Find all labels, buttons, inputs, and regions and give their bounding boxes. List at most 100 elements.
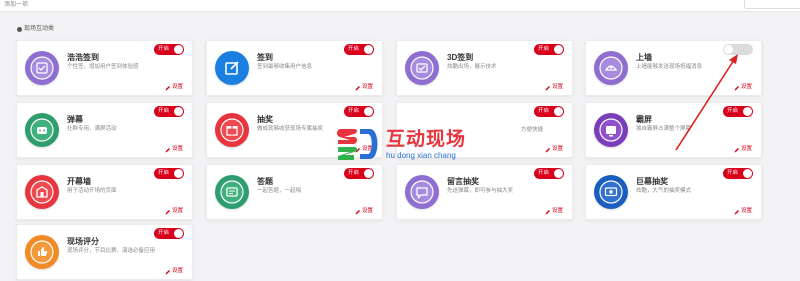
toggle-label: 开启 — [348, 46, 360, 52]
card-title: 签到 — [257, 53, 273, 62]
settings-label: 设置 — [740, 146, 752, 152]
watermark-logo: 互动现场 hu dong xian chang — [336, 125, 466, 163]
card-title: 3D签到 — [447, 53, 474, 62]
settings-link[interactable]: 设置 — [165, 146, 183, 153]
card-opening-wall[interactable]: 开幕墙 用于活动开场的页面 开启 设置 — [16, 164, 193, 220]
toggle-knob — [174, 45, 183, 54]
card-haohao-signin[interactable]: 浩浩签到 个性签，增加用户签到体验感 开启 设置 — [16, 40, 193, 96]
settings-label: 设置 — [361, 84, 373, 90]
settings-link[interactable]: 设置 — [734, 84, 752, 91]
card-description: 一起答题，一起嗨 — [257, 188, 302, 194]
card-description: 先送弹幕，即可参与抽大奖 — [447, 188, 514, 194]
settings-label: 设置 — [551, 84, 563, 90]
section-title: 现场互动类 — [24, 26, 55, 32]
settings-link[interactable]: 设置 — [545, 208, 563, 215]
toggle-knob — [743, 107, 752, 116]
card-description: 炫酷，大气的抽奖模式 — [636, 188, 692, 194]
enable-toggle[interactable]: 开启 — [154, 228, 184, 239]
toggle-knob — [554, 45, 563, 54]
enable-toggle[interactable]: 开启 — [344, 168, 374, 179]
enable-toggle[interactable]: 开启 — [534, 44, 564, 55]
settings-link[interactable]: 设置 — [734, 146, 752, 153]
settings-label: 设置 — [551, 208, 563, 214]
card-title: 留言抽奖 — [447, 177, 479, 186]
message-lottery-icon — [405, 175, 439, 209]
card-description: 方便快捷 — [521, 127, 544, 133]
toggle-label: 开启 — [158, 230, 170, 236]
edit-icon — [165, 209, 170, 214]
card-title: 开幕墙 — [67, 177, 91, 186]
card-description: 签到最够收集用户信息 — [257, 64, 313, 70]
card-title: 上墙 — [636, 53, 652, 62]
signin-icon — [25, 51, 59, 85]
card-title: 现场评分 — [67, 237, 99, 246]
toggle-label: 开启 — [158, 108, 170, 114]
settings-link[interactable]: 设置 — [165, 84, 183, 91]
big-screen-lottery-icon — [594, 175, 628, 209]
watermark-title: 互动现场 — [386, 128, 467, 150]
card-message-lottery[interactable]: 留言抽奖 先送弹幕，即可参与抽大奖 开启 设置 — [396, 164, 573, 220]
card-description: 炫酷出场，展示技术 — [447, 64, 497, 70]
card-description: 社群专用，满屏活动 — [67, 126, 117, 132]
toggle-label: 开启 — [348, 108, 360, 114]
settings-label: 设置 — [171, 146, 183, 152]
enable-toggle[interactable]: 开启 — [534, 106, 564, 117]
card-description: 独自霸屏占满整个屏幕 — [636, 126, 692, 132]
edit-icon — [165, 85, 170, 90]
3d-signin-icon — [405, 51, 439, 85]
enable-toggle[interactable] — [723, 44, 753, 55]
toggle-label: 开启 — [727, 170, 739, 176]
close-panel-button[interactable] — [744, 0, 800, 9]
settings-label: 设置 — [740, 208, 752, 214]
watermark-subtitle: hu dong xian chang — [386, 150, 456, 160]
enable-toggle[interactable]: 开启 — [154, 168, 184, 179]
edit-icon — [734, 147, 739, 152]
card-big-screen-lottery[interactable]: 巨幕抽奖 炫酷，大气的抽奖模式 开启 设置 — [585, 164, 762, 220]
card-quiz[interactable]: 答题 一起答题，一起嗨 开启 设置 — [206, 164, 383, 220]
card-signin[interactable]: 签到 签到最够收集用户信息 开启 设置 — [206, 40, 383, 96]
toggle-label: 开启 — [158, 46, 170, 52]
enable-toggle[interactable]: 开启 — [154, 106, 184, 117]
brand-logo-icon — [337, 129, 378, 160]
enable-toggle[interactable]: 开启 — [344, 106, 374, 117]
settings-link[interactable]: 设置 — [545, 146, 563, 153]
toggle-label: 开启 — [727, 108, 739, 114]
enable-toggle[interactable]: 开启 — [154, 44, 184, 55]
toggle-knob — [174, 229, 183, 238]
edit-icon — [545, 209, 550, 214]
settings-label: 设置 — [361, 208, 373, 214]
edit-icon — [545, 85, 550, 90]
toggle-label: 开启 — [538, 170, 550, 176]
edit-icon — [355, 85, 360, 90]
card-danmaku[interactable]: 弹幕 社群专用，满屏活动 开启 设置 — [16, 102, 193, 158]
enable-toggle[interactable]: 开启 — [344, 44, 374, 55]
card-wall[interactable]: 上墙 上墙能够发送现场祝福消息 设置 — [585, 40, 762, 96]
settings-label: 设置 — [171, 268, 183, 274]
card-description: 用于活动开场的页面 — [67, 188, 117, 194]
toggle-knob — [174, 169, 183, 178]
settings-link[interactable]: 设置 — [734, 208, 752, 215]
edit-icon — [545, 147, 550, 152]
toggle-knob — [724, 45, 733, 54]
card-live-rating[interactable]: 现场评分 现场评分，节目比赛，演选必备应用 开启 设置 — [16, 224, 193, 280]
toggle-knob — [174, 107, 183, 116]
edit-checkin-icon — [215, 51, 249, 85]
card-takeover[interactable]: 霸屏 独自霸屏占满整个屏幕 开启 设置 — [585, 102, 762, 158]
settings-link[interactable]: 设置 — [355, 84, 373, 91]
card-3d-signin[interactable]: 3D签到 炫酷出场，展示技术 开启 设置 — [396, 40, 573, 96]
section-header: 现场互动类 — [17, 25, 54, 33]
enable-toggle[interactable]: 开启 — [534, 168, 564, 179]
quiz-icon — [215, 175, 249, 209]
toggle-label: 开启 — [538, 46, 550, 52]
settings-link[interactable]: 设置 — [355, 208, 373, 215]
settings-link[interactable]: 设置 — [545, 84, 563, 91]
toggle-knob — [554, 169, 563, 178]
edit-icon — [355, 209, 360, 214]
settings-link[interactable]: 设置 — [165, 208, 183, 215]
enable-toggle[interactable]: 开启 — [723, 168, 753, 179]
wall-icon — [594, 51, 628, 85]
enable-toggle[interactable]: 开启 — [723, 106, 753, 117]
card-title: 浩浩签到 — [67, 53, 99, 62]
settings-link[interactable]: 设置 — [165, 268, 183, 275]
toggle-label: 开启 — [348, 170, 360, 176]
